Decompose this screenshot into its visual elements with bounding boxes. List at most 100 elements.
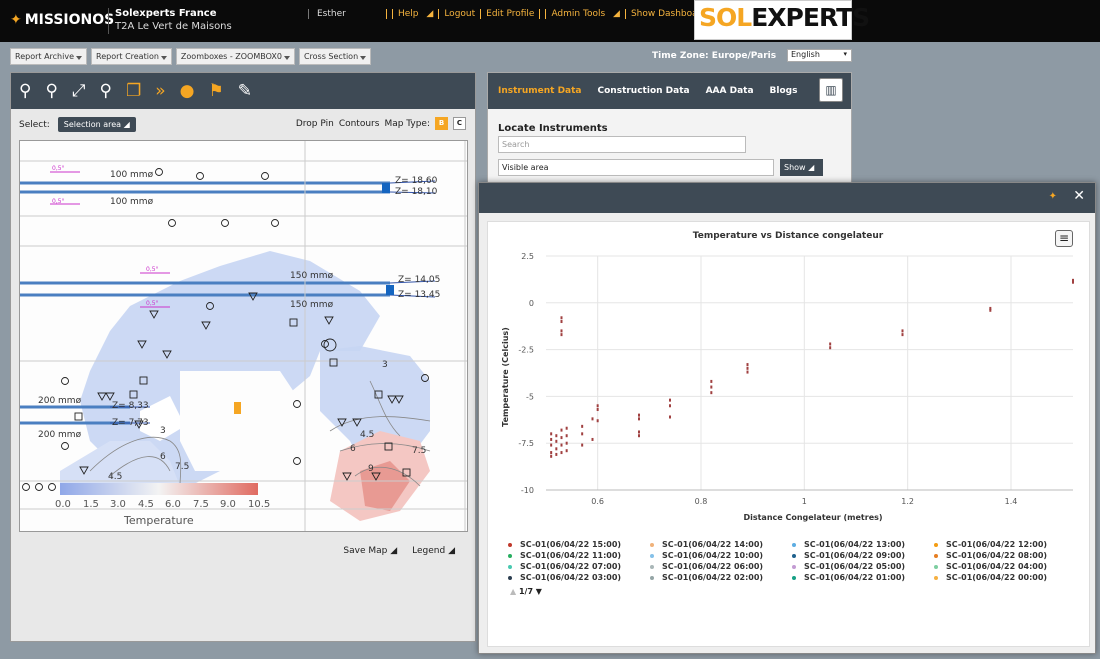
data-point[interactable] <box>581 443 584 447</box>
data-point[interactable] <box>581 424 584 428</box>
legend-item[interactable]: SC-01(06/04/22 08:00) <box>934 550 1076 561</box>
map-pin-marker[interactable] <box>234 402 241 414</box>
data-point[interactable] <box>560 443 563 447</box>
legend-item[interactable]: SC-01(06/04/22 13:00) <box>792 539 934 550</box>
data-point[interactable] <box>669 404 671 408</box>
data-point[interactable] <box>550 454 553 458</box>
data-point[interactable] <box>565 426 568 430</box>
legend-item[interactable]: SC-01(06/04/22 15:00) <box>508 539 650 550</box>
data-point[interactable] <box>591 437 594 441</box>
data-point[interactable] <box>746 363 749 367</box>
data-point[interactable] <box>901 329 904 333</box>
legend-item[interactable]: SC-01(06/04/22 02:00) <box>650 572 792 583</box>
bar-chart-icon[interactable]: ▥ <box>819 78 843 102</box>
nav-admin-tools[interactable]: Admin Tools ◢ <box>539 9 625 19</box>
pin-window-icon[interactable]: ✦ <box>1049 191 1057 202</box>
zoom-out-icon[interactable]: ⚲ <box>45 81 57 101</box>
data-point[interactable] <box>560 320 563 324</box>
selection-area-dropdown[interactable]: Selection area ◢ <box>57 117 136 132</box>
data-point[interactable] <box>555 434 558 438</box>
data-point[interactable] <box>596 419 599 423</box>
data-point[interactable] <box>829 342 832 346</box>
legend-pager[interactable]: ▲ 1/7 ▼ <box>510 587 542 596</box>
data-point[interactable] <box>901 333 904 337</box>
legend-item[interactable]: SC-01(06/04/22 11:00) <box>508 550 650 561</box>
data-point[interactable] <box>555 439 558 443</box>
data-point[interactable] <box>550 437 553 441</box>
map-type-b-button[interactable]: B <box>435 117 448 130</box>
chart-menu-icon[interactable]: ≡ <box>1055 230 1073 247</box>
data-point[interactable] <box>565 434 568 438</box>
save-map-button[interactable]: Save Map ◢ <box>343 546 397 556</box>
data-point[interactable] <box>550 451 553 455</box>
data-point[interactable] <box>746 366 749 370</box>
zoom-in-icon[interactable]: ⚲ <box>19 81 31 101</box>
tab-aaa-data[interactable]: AAA Data <box>706 86 754 96</box>
data-point[interactable] <box>560 436 563 440</box>
data-point[interactable] <box>560 329 563 333</box>
nav-help[interactable]: Help ◢ <box>386 9 438 19</box>
legend-item[interactable]: SC-01(06/04/22 10:00) <box>650 550 792 561</box>
data-point[interactable] <box>669 398 671 402</box>
zoombox-button[interactable]: Zoomboxes - ZOOMBOX0 <box>175 48 295 65</box>
data-point[interactable] <box>596 408 599 412</box>
drop-pin-link[interactable]: Drop Pin <box>296 119 334 129</box>
tab-instrument-data[interactable]: Instrument Data <box>498 86 582 96</box>
contours-link[interactable]: Contours <box>339 119 380 129</box>
legend-button[interactable]: Legend ◢ <box>412 546 455 556</box>
legend-item[interactable]: SC-01(06/04/22 07:00) <box>508 561 650 572</box>
data-point[interactable] <box>669 415 671 419</box>
instrument-search-input[interactable]: Search <box>498 136 746 153</box>
tab-blogs[interactable]: Blogs <box>770 86 798 96</box>
data-point[interactable] <box>565 449 568 453</box>
data-point[interactable] <box>829 346 832 350</box>
chart-window-header[interactable]: ✦ ✕ <box>479 183 1095 213</box>
tab-construction-data[interactable]: Construction Data <box>598 86 690 96</box>
drop-pin-icon[interactable]: ⚑ <box>208 81 223 101</box>
data-point[interactable] <box>710 379 713 383</box>
legend-item[interactable]: SC-01(06/04/22 04:00) <box>934 561 1076 572</box>
draw-pencil-icon[interactable]: ✎ <box>238 81 252 101</box>
data-point[interactable] <box>565 441 568 445</box>
data-point[interactable] <box>581 432 584 436</box>
data-point[interactable] <box>560 316 563 320</box>
data-point[interactable] <box>710 391 713 395</box>
cross-section-button[interactable]: Cross Section <box>298 48 372 65</box>
legend-item[interactable]: SC-01(06/04/22 06:00) <box>650 561 792 572</box>
legend-item[interactable]: SC-01(06/04/22 05:00) <box>792 561 934 572</box>
area-select[interactable]: Visible area <box>498 159 774 176</box>
data-point[interactable] <box>555 447 558 451</box>
legend-item[interactable]: SC-01(06/04/22 14:00) <box>650 539 792 550</box>
data-point[interactable] <box>555 452 558 456</box>
data-point[interactable] <box>560 428 563 432</box>
data-point[interactable] <box>638 413 640 417</box>
data-point[interactable] <box>550 443 553 447</box>
zoom-box-icon[interactable]: ⚲ <box>100 81 112 101</box>
report-creation-button[interactable]: Report Creation <box>91 48 172 65</box>
map-type-c-button[interactable]: C <box>453 117 466 130</box>
data-point[interactable] <box>550 432 553 436</box>
legend-item[interactable]: SC-01(06/04/22 03:00) <box>508 572 650 583</box>
app-logo[interactable]: ✦ MISSIONOS <box>10 12 114 28</box>
data-point[interactable] <box>989 308 992 312</box>
data-point[interactable] <box>710 385 713 389</box>
data-point[interactable] <box>638 434 640 438</box>
data-point[interactable] <box>596 404 599 408</box>
report-archive-button[interactable]: Report Archive <box>10 48 87 65</box>
forward-icon[interactable]: » <box>155 81 165 101</box>
data-point[interactable] <box>638 417 640 421</box>
show-button[interactable]: Show ◢ <box>780 159 823 176</box>
data-point[interactable] <box>638 430 640 434</box>
layers-icon[interactable]: ❐ <box>126 81 141 101</box>
data-point[interactable] <box>560 333 563 337</box>
nav-logout[interactable]: Logout <box>438 9 480 19</box>
data-point[interactable] <box>1072 278 1074 282</box>
legend-item[interactable]: SC-01(06/04/22 09:00) <box>792 550 934 561</box>
data-point[interactable] <box>591 417 594 421</box>
zoom-extent-icon[interactable]: ⤢ <box>72 81 86 101</box>
legend-item[interactable]: SC-01(06/04/22 01:00) <box>792 572 934 583</box>
legend-item[interactable]: SC-01(06/04/22 12:00) <box>934 539 1076 550</box>
data-point[interactable] <box>746 370 749 374</box>
close-icon[interactable]: ✕ <box>1073 188 1085 204</box>
nav-edit-profile[interactable]: Edit Profile <box>480 9 539 19</box>
